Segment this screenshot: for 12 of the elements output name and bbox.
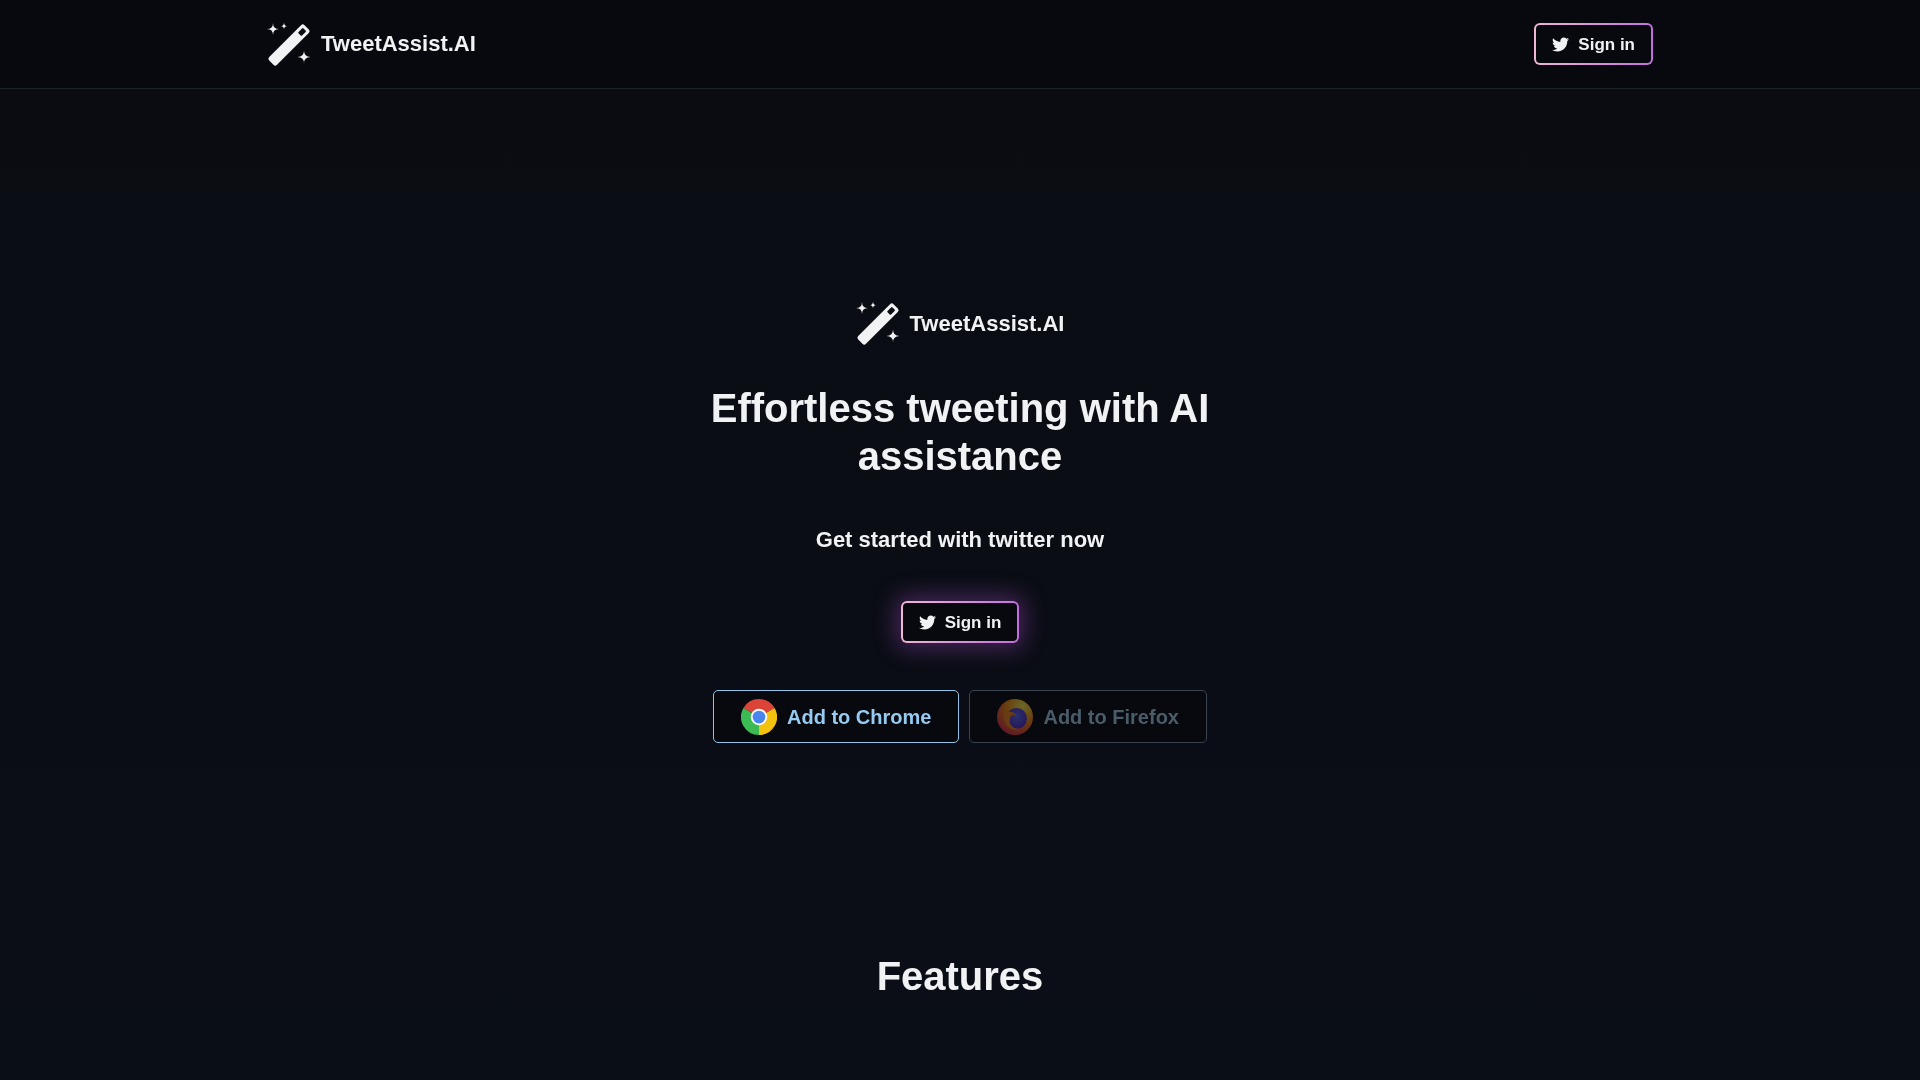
sign-in-button[interactable]: Sign in [1534,23,1653,65]
page-heading: Effortless tweeting with AI assistance [709,385,1211,480]
bird-icon [918,613,936,631]
section-heading: Features [876,953,1044,1000]
tagline: Get started with twitter now [815,527,1105,553]
bird-icon [1552,35,1570,53]
brand-name: TweetAssist.AI [321,33,476,55]
extension-button[interactable]: Add to Chrome [713,690,960,743]
firefox-icon [997,698,1034,735]
brand-name: TweetAssist.AI [909,312,1065,335]
chrome-icon [741,698,777,735]
sign-in-button[interactable]: Sign in [900,601,1020,643]
